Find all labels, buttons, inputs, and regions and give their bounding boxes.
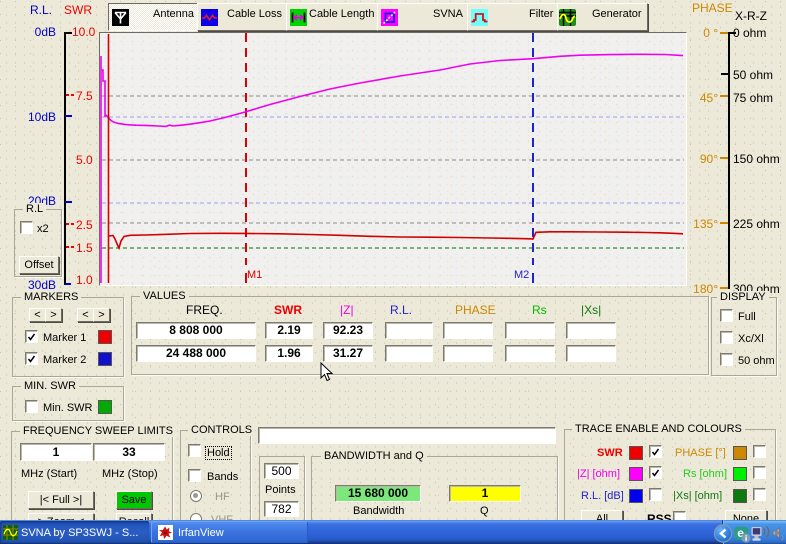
svg-text:M2: M2 [514, 269, 529, 281]
svg-text:M1: M1 [247, 269, 262, 281]
